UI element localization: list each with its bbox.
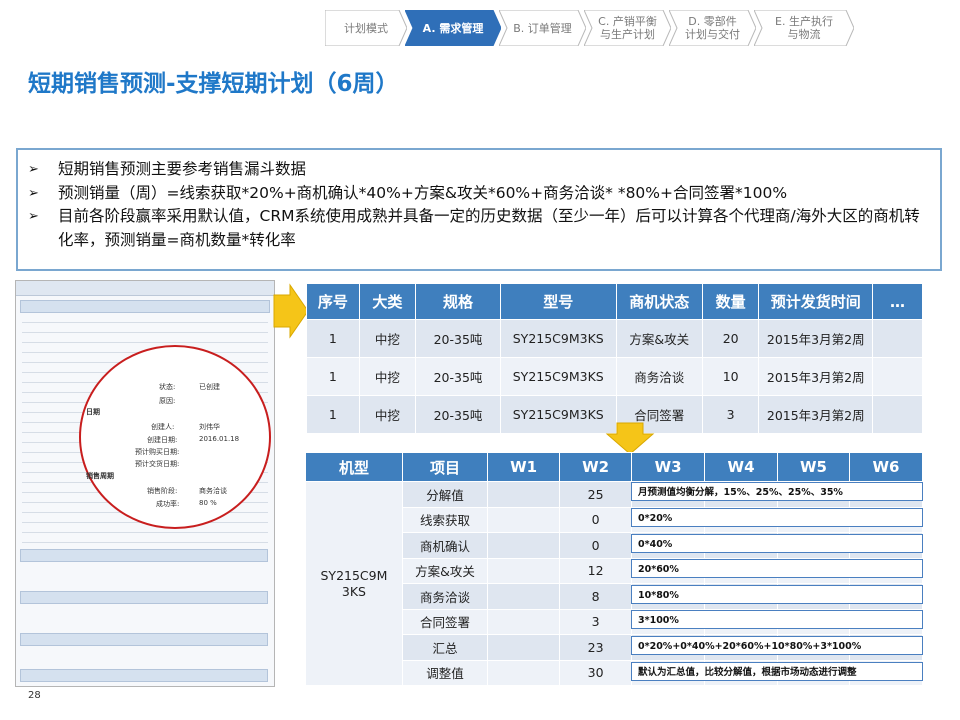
section-cycle: 销售周期 <box>86 472 114 480</box>
column-header: 规格 <box>415 283 501 320</box>
field-label: 销售阶段: <box>147 487 178 495</box>
table-header-row: 序号 大类 规格 型号 商机状态 数量 预计发货时间 … <box>306 283 923 320</box>
column-header: … <box>872 283 923 320</box>
field-value: 商务洽谈 <box>199 487 227 495</box>
calc-note: 3*100% <box>631 610 923 629</box>
arrow-bullet-icon: ➢ <box>28 162 39 177</box>
table-header-row: 机型 项目 W1 W2 W3 W4 W5 W6 <box>305 452 923 482</box>
calc-note: 默认为汇总值，比较分解值，根据市场动态进行调整 <box>631 662 923 681</box>
down-arrow-icon <box>605 422 655 455</box>
field-label: 成功率: <box>156 500 180 508</box>
field-label: 预计购买日期: <box>135 448 180 456</box>
field-label: 状态: <box>159 383 176 391</box>
calc-note: 月预测值均衡分解，15%、25%、25%、35% <box>631 482 923 501</box>
column-header: W1 <box>487 452 561 482</box>
column-header: W5 <box>777 452 850 482</box>
crm-window-bar <box>16 281 274 296</box>
highlight-circle: 状态: 已创建 原因: 日期 创建人: 刘伟华 创建日期: 2016.01.18… <box>79 345 271 529</box>
step-plan-mode[interactable]: 计划模式 <box>325 10 407 46</box>
step-production-execution[interactable]: E. 生产执行 与物流 <box>754 10 854 46</box>
crm-section <box>20 300 270 313</box>
step-label: C. 产销平衡 与生产计划 <box>598 15 657 41</box>
table-row: 1 中挖 20-35吨 SY215C9M3KS 方案&攻关 20 2015年3月第2周 <box>306 319 923 358</box>
column-header: W3 <box>631 452 706 482</box>
opportunity-table: 序号 大类 规格 型号 商机状态 数量 预计发货时间 … 1 中挖 20-35吨 S… <box>306 283 923 434</box>
step-demand-management[interactable]: A. 需求管理 <box>405 10 501 46</box>
column-header: 型号 <box>499 283 617 320</box>
page-number: 28 <box>28 690 41 701</box>
step-label: D. 零部件 计划与交付 <box>685 15 740 41</box>
crm-screenshot: 状态: 已创建 原因: 日期 创建人: 刘伟华 创建日期: 2016.01.18… <box>15 280 275 687</box>
field-value: 已创建 <box>199 383 220 391</box>
field-label: 原因: <box>159 397 176 405</box>
step-label: A. 需求管理 <box>422 21 484 35</box>
field-label: 创建人: <box>151 423 175 431</box>
arrow-bullet-icon: ➢ <box>28 185 39 201</box>
column-header: 机型 <box>305 452 403 482</box>
calc-note: 0*40% <box>631 534 923 553</box>
field-label: 创建日期: <box>147 436 178 444</box>
step-production-planning[interactable]: C. 产销平衡 与生产计划 <box>584 10 671 46</box>
column-header: W4 <box>704 452 778 482</box>
field-label: 预计交货日期: <box>135 460 180 468</box>
field-value: 刘伟华 <box>199 423 220 431</box>
calc-note: 10*80% <box>631 585 923 604</box>
right-arrow-icon <box>273 283 309 339</box>
crm-section <box>20 633 268 646</box>
crm-section <box>20 591 268 604</box>
step-label: B. 订单管理 <box>513 21 572 35</box>
bullet-item: ➢ 短期销售预测主要参考销售漏斗数据 <box>28 158 930 182</box>
column-header: 商机状态 <box>615 283 703 320</box>
calc-note: 0*20% <box>631 508 923 527</box>
column-header: 序号 <box>306 283 360 320</box>
crm-section <box>20 549 268 562</box>
step-label: E. 生产执行 与物流 <box>775 15 833 41</box>
bullet-item: ➢ 目前各阶段赢率采用默认值，CRM系统使用成熟并具备一定的历史数据（至少一年）后… <box>28 207 920 249</box>
model-cell: SY215C9M 3KS <box>305 481 403 686</box>
column-header: W2 <box>559 452 633 482</box>
table-row: 1 中挖 20-35吨 SY215C9M3KS 商务洽谈 10 2015年3月第2周 <box>306 357 923 396</box>
bullet-item: ➢ 预测销量（周）=线索获取*20%+商机确认*40%+方案&攻关*60%+商务洽… <box>28 182 930 206</box>
crm-section <box>20 669 268 682</box>
page-title: 短期销售预测-支撑短期计划（6周） <box>28 71 399 97</box>
bullet-box: ➢ 短期销售预测主要参考销售漏斗数据 ➢ 预测销量（周）=线索获取*20%+商机确认… <box>16 148 942 271</box>
column-header: W6 <box>849 452 923 482</box>
field-value: 2016.01.18 <box>199 435 240 443</box>
calc-note: 0*20%+0*40%+20*60%+10*80%+3*100% <box>631 636 923 655</box>
step-parts-planning[interactable]: D. 零部件 计划与交付 <box>669 10 756 46</box>
calc-note: 20*60% <box>631 559 923 578</box>
column-header: 预计发货时间 <box>758 283 874 320</box>
step-label: 计划模式 <box>344 21 388 35</box>
column-header: 大类 <box>358 283 417 320</box>
field-value: 80 % <box>199 499 217 507</box>
section-date: 日期 <box>86 408 100 416</box>
step-order-management[interactable]: B. 订单管理 <box>499 10 586 46</box>
column-header: 项目 <box>401 452 489 482</box>
column-header: 数量 <box>701 283 760 320</box>
arrow-bullet-icon: ➢ <box>28 209 39 224</box>
